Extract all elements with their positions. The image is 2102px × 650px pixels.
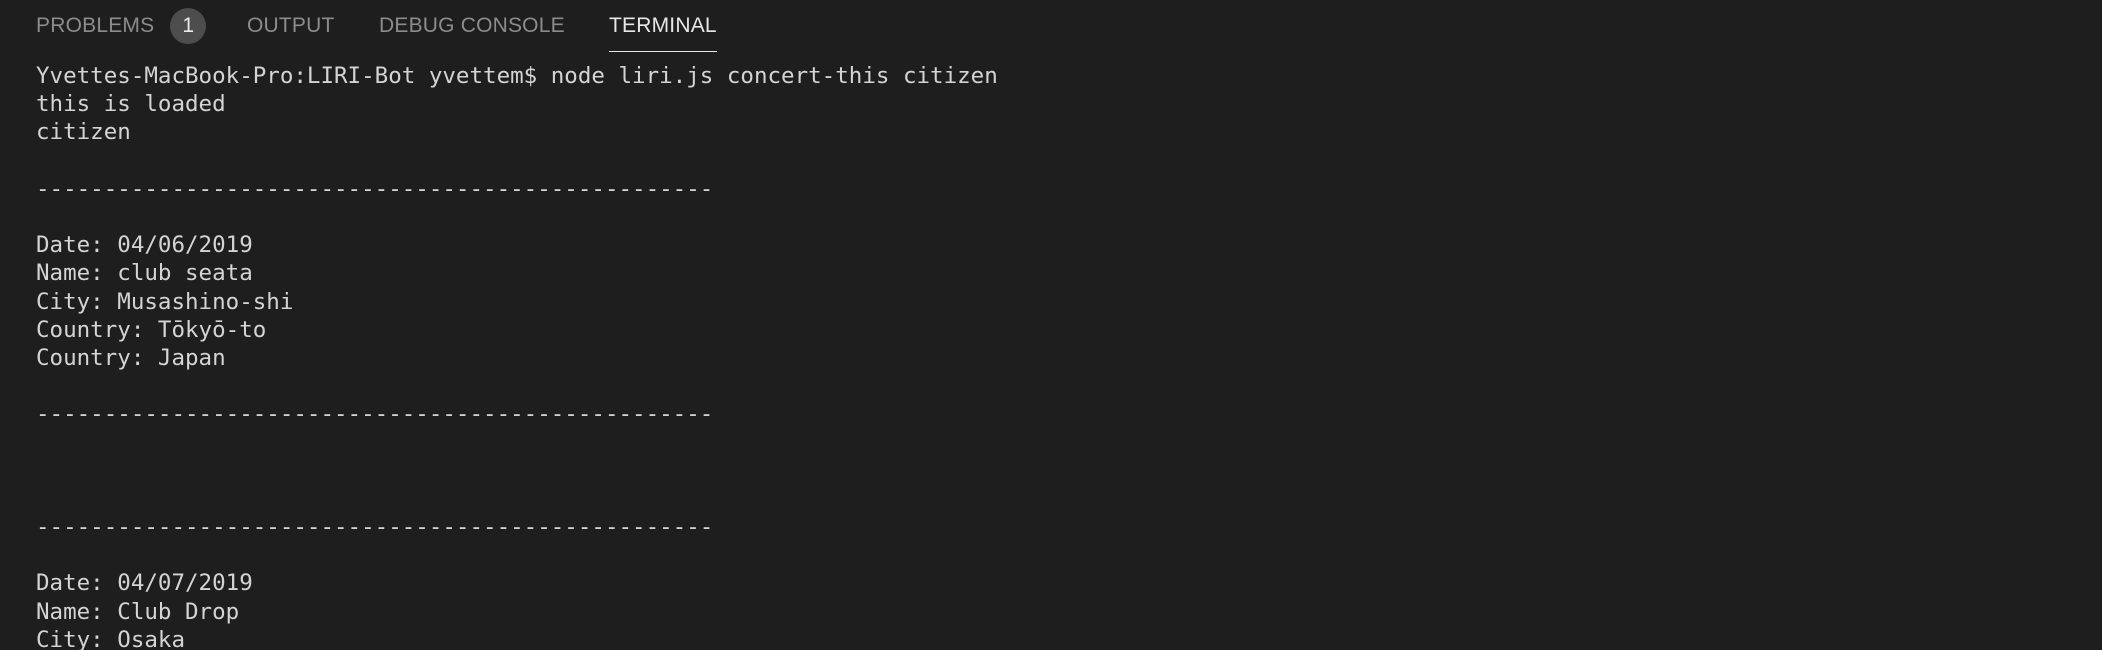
terminal-line: ----------------------------------------…: [36, 175, 714, 202]
terminal-line: ----------------------------------------…: [36, 401, 714, 428]
terminal-line: Name: club seata: [36, 260, 253, 287]
tab-problems-label: PROBLEMS: [36, 14, 155, 37]
terminal-line: Country: Japan: [36, 344, 226, 371]
panel-tab-bar: PROBLEMS 1 OUTPUT DEBUG CONSOLE TERMINAL: [0, 0, 2102, 54]
terminal-line: Yvettes-MacBook-Pro:LIRI-Bot yvettem$ no…: [36, 63, 998, 89]
terminal-line: citizen: [36, 119, 131, 146]
tab-output-label: OUTPUT: [247, 14, 335, 37]
tab-terminal-label: TERMINAL: [609, 14, 717, 37]
tab-output[interactable]: OUTPUT: [247, 0, 335, 52]
terminal-line: Name: Club Drop: [36, 598, 240, 625]
terminal-line: City: Osaka: [36, 626, 186, 650]
terminal-line: Country: Tōkyō-to: [36, 316, 267, 343]
terminal-line: Date: 04/07/2019: [36, 570, 253, 597]
tab-debug-console-label: DEBUG CONSOLE: [379, 14, 565, 37]
tab-debug-console[interactable]: DEBUG CONSOLE: [379, 0, 565, 52]
terminal-line: this is loaded: [36, 91, 226, 118]
terminal-panel: PROBLEMS 1 OUTPUT DEBUG CONSOLE TERMINAL…: [0, 0, 2102, 650]
tab-terminal[interactable]: TERMINAL: [609, 0, 717, 52]
terminal-line: City: Musashino-shi: [36, 288, 294, 315]
terminal-line: Date: 04/06/2019: [36, 232, 253, 259]
terminal-line: ----------------------------------------…: [36, 514, 714, 540]
problems-count-badge: 1: [170, 8, 207, 44]
terminal-output[interactable]: Yvettes-MacBook-Pro:LIRI-Bot yvettem$ no…: [36, 62, 2076, 650]
tab-problems[interactable]: PROBLEMS 1: [36, 0, 207, 52]
